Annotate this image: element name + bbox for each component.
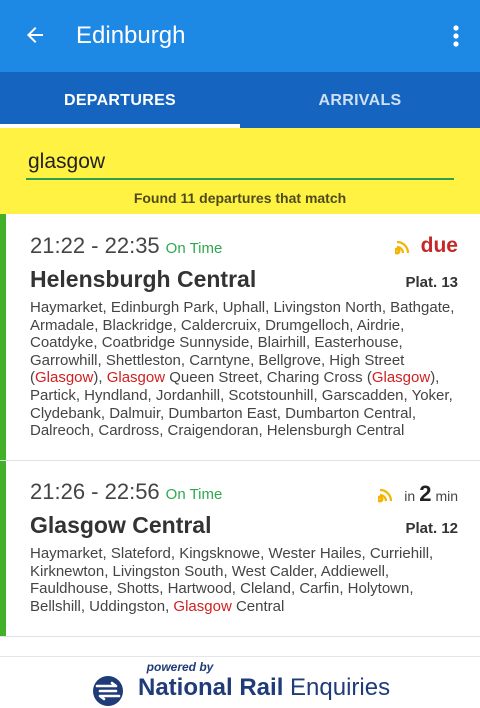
calling-points: Haymarket, Edinburgh Park, Uphall, Livin… xyxy=(30,299,455,440)
departure-times: 21:22 - 22:35 xyxy=(30,233,160,258)
match-count-text: Found 11 departures that match xyxy=(133,190,347,206)
eta-indicator: due xyxy=(394,234,458,258)
filter-input-underline xyxy=(26,178,454,180)
eta-minutes: 2 xyxy=(419,481,432,506)
platform-label: Plat. 12 xyxy=(405,520,458,537)
filter-input[interactable] xyxy=(28,144,452,180)
on-time-bar xyxy=(0,214,6,460)
tab-bar: DEPARTURES ARRIVALS xyxy=(0,72,480,128)
departure-list: 21:22 - 22:35 On Time due Helensburgh Cen… xyxy=(0,214,480,656)
departure-item[interactable]: 21:22 - 22:35 On Time due Helensburgh Cen… xyxy=(0,214,480,461)
destination-name: Helensburgh Central xyxy=(30,266,257,292)
arrow-left-icon xyxy=(27,27,43,43)
eta-indicator: in 2 min xyxy=(378,481,458,507)
on-time-bar xyxy=(0,461,6,636)
eta-prefix: in xyxy=(404,488,416,504)
more-vertical-icon xyxy=(453,25,459,47)
overflow-menu-button[interactable] xyxy=(444,18,468,54)
national-rail-enquiries-wordmark: National Rail Enquiries xyxy=(138,674,391,701)
departure-times-row: 21:22 - 22:35 On Time xyxy=(30,233,222,259)
departure-status: On Time xyxy=(165,240,223,257)
matched-term: Glasgow xyxy=(371,369,431,387)
departure-status: On Time xyxy=(165,486,223,503)
departure-times-row: 21:26 - 22:56 On Time xyxy=(30,479,222,505)
eta-unit: min xyxy=(435,488,458,504)
destination-name: Glasgow Central xyxy=(30,512,212,538)
departure-times: 21:26 - 22:56 xyxy=(30,479,160,504)
matched-term: Glasgow xyxy=(35,369,94,387)
matched-term: Glasgow xyxy=(173,597,232,615)
station-title: Edinburgh xyxy=(76,22,186,49)
matched-term: Glasgow xyxy=(106,369,166,387)
platform-label: Plat. 13 xyxy=(405,274,458,291)
calling-points: Haymarket, Slateford, Kingsknowe, Wester… xyxy=(30,545,434,615)
footer-branding: powered by National Rail Enquiries xyxy=(0,656,480,708)
back-button[interactable] xyxy=(18,18,52,52)
tab-departures[interactable]: DEPARTURES xyxy=(0,72,240,128)
filter-panel: Found 11 departures that match xyxy=(0,128,480,214)
app-bar: Edinburgh xyxy=(0,0,480,72)
national-rail-logo-icon xyxy=(93,676,123,706)
powered-by-text: powered by xyxy=(146,660,214,674)
live-signal-icon xyxy=(378,488,393,503)
eta-due-label: due xyxy=(420,234,458,257)
departure-item[interactable]: 21:26 - 22:56 On Time in 2 min Glasgow Ce… xyxy=(0,461,480,637)
tab-arrivals[interactable]: ARRIVALS xyxy=(240,72,480,128)
live-signal-icon xyxy=(394,240,409,255)
